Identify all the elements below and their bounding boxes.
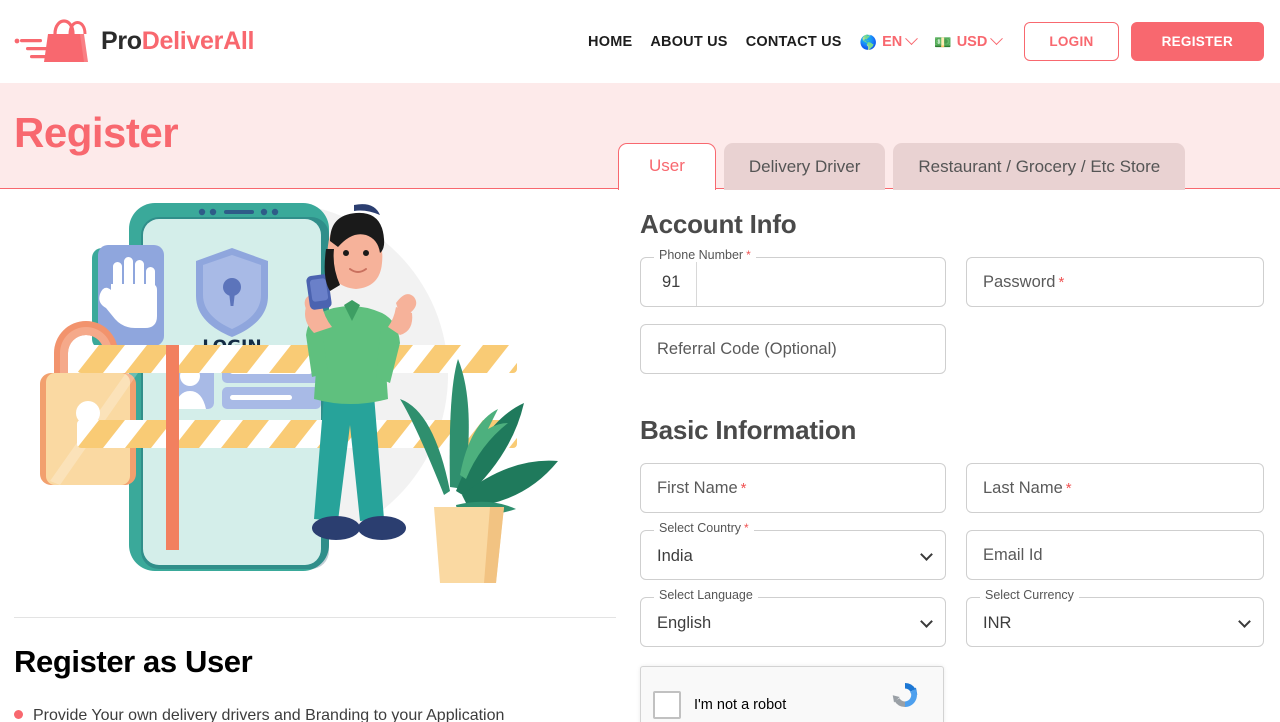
select-currency-value[interactable]: INR [966, 597, 1264, 647]
phone-number-input[interactable] [697, 258, 945, 306]
brand-logo[interactable]: ProDeliverAll [14, 18, 254, 66]
chevron-down-icon [990, 32, 1004, 46]
select-language-value[interactable]: English [640, 597, 946, 647]
page-banner: Register User Delivery Driver Restaurant… [0, 83, 1280, 193]
basic-information-heading: Basic Information [640, 415, 857, 445]
email-input[interactable]: Email Id [966, 530, 1264, 580]
referral-code-input[interactable]: Referral Code (Optional) [640, 324, 946, 374]
left-panel: LOGIN [0, 189, 632, 722]
country-code-prefix: 91 [641, 258, 697, 306]
password-placeholder: Password [983, 272, 1056, 291]
banknote-icon: 💵 [934, 33, 952, 50]
register-button[interactable]: REGISTER [1130, 22, 1264, 61]
form-row-referral: Referral Code (Optional) [640, 324, 1264, 374]
language-selector[interactable]: 🌎 EN [851, 32, 926, 50]
recaptcha-brand: reCAPTCHA [879, 677, 931, 722]
form-row-phone-password: Phone Number * 91 Password * [640, 249, 1264, 307]
last-name-input[interactable]: Last Name * [966, 463, 1264, 513]
password-input[interactable]: Password * [966, 257, 1264, 307]
select-country-label: Select Country * [654, 522, 754, 535]
phone-input-group[interactable]: 91 [640, 257, 946, 307]
form-row-country-email: Select Country * India Email Id [640, 522, 1264, 580]
password-field[interactable]: Password * [966, 257, 1264, 307]
account-info-heading: Account Info [640, 209, 797, 239]
nav-link-home[interactable]: HOME [579, 34, 641, 50]
select-country-field[interactable]: Select Country * India [640, 522, 946, 580]
brand-name-prefix: Pro [101, 27, 142, 55]
login-button[interactable]: LOGIN [1024, 22, 1119, 61]
main-content: LOGIN [0, 189, 1280, 722]
recaptcha-label: I'm not a robot [694, 697, 787, 713]
last-name-field[interactable]: Last Name * [966, 463, 1264, 513]
phone-number-field: Phone Number * 91 [640, 249, 946, 307]
recaptcha-logo-icon [892, 683, 918, 707]
email-field[interactable]: Email Id [966, 530, 1264, 580]
register-as-heading: Register as User [14, 644, 253, 679]
first-name-input[interactable]: First Name * [640, 463, 946, 513]
nav-link-contact-us[interactable]: CONTACT US [737, 34, 851, 50]
nav-link-about-us[interactable]: ABOUT US [641, 34, 736, 50]
last-name-placeholder: Last Name [983, 478, 1063, 497]
main-navigation: HOME ABOUT US CONTACT US 🌎 EN 💵 USD LOGI… [579, 22, 1264, 61]
register-role-tabs: User Delivery Driver Restaurant / Grocer… [618, 143, 1186, 193]
globe-icon: 🌎 [859, 33, 878, 50]
benefits-list: Provide Your own delivery drivers and Br… [14, 704, 618, 722]
registration-form: Account Info Phone Number * 91 Password * [632, 189, 1280, 722]
recaptcha-widget[interactable]: I'm not a robot reCAPTCHA [640, 666, 944, 722]
section-divider [14, 617, 616, 618]
currency-selector[interactable]: 💵 USD [925, 32, 1010, 50]
tab-restaurant-grocery-store[interactable]: Restaurant / Grocery / Etc Store [893, 143, 1186, 190]
page-title: Register [14, 109, 179, 156]
list-item: Provide Your own delivery drivers and Br… [14, 704, 618, 722]
tab-delivery-driver[interactable]: Delivery Driver [723, 143, 886, 190]
site-header: ProDeliverAll HOME ABOUT US CONTACT US 🌎… [0, 0, 1280, 83]
select-currency-label: Select Currency [980, 589, 1079, 602]
referral-code-field[interactable]: Referral Code (Optional) [640, 324, 946, 374]
select-language-label: Select Language [654, 589, 758, 602]
currency-selector-value: USD [956, 33, 988, 50]
brand-name-suffix: DeliverAll [141, 27, 255, 55]
bullet-dot-icon [14, 710, 23, 719]
tab-user[interactable]: User [618, 143, 716, 193]
phone-number-label: Phone Number * [654, 249, 756, 262]
form-row-language-currency: Select Language English Select Currency … [640, 589, 1264, 647]
form-row-names: First Name * Last Name * [640, 463, 1264, 513]
language-selector-value: EN [882, 33, 903, 50]
login-security-illustration: LOGIN [14, 195, 618, 595]
list-item-text: Provide Your own delivery drivers and Br… [33, 707, 505, 722]
select-language-field[interactable]: Select Language English [640, 589, 946, 647]
brand-name: ProDeliverAll [101, 29, 254, 54]
chevron-down-icon [905, 32, 919, 46]
shopping-bag-icon [14, 18, 92, 66]
first-name-placeholder: First Name [657, 478, 738, 497]
select-currency-field[interactable]: Select Currency INR [966, 589, 1264, 647]
first-name-field[interactable]: First Name * [640, 463, 946, 513]
recaptcha-checkbox[interactable] [653, 691, 681, 719]
select-country-value[interactable]: India [640, 530, 946, 580]
